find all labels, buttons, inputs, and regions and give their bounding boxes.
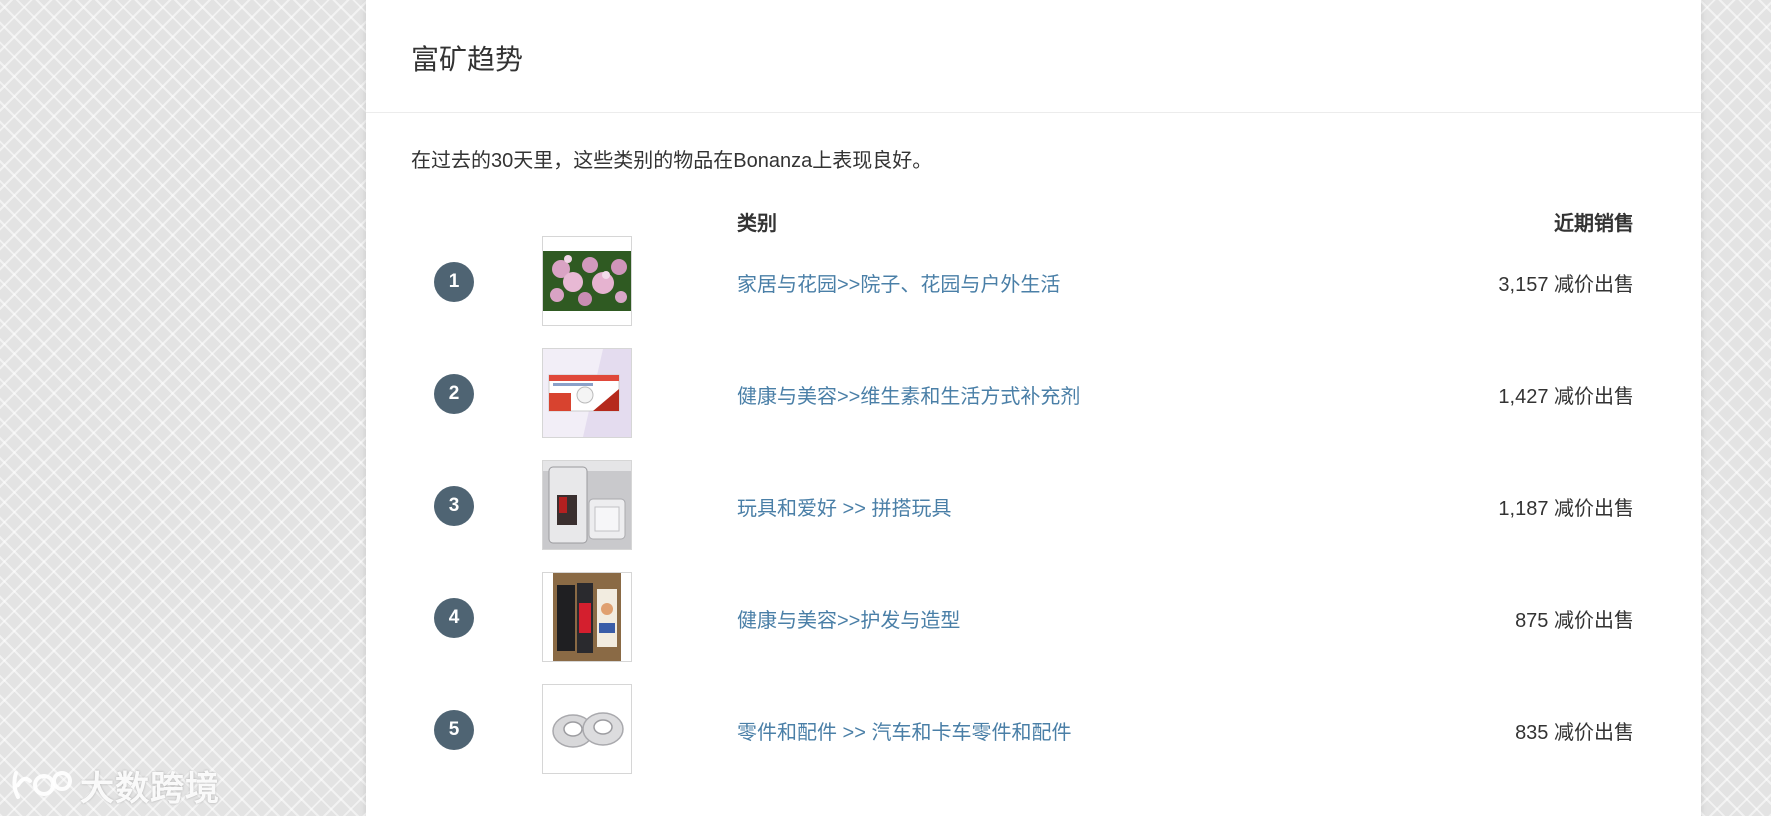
recent-sales-value: 835 减价出售 xyxy=(1515,722,1634,744)
rank-badge: 1 xyxy=(434,262,474,302)
recent-sales-value: 1,427 减价出售 xyxy=(1498,386,1634,408)
trends-card: 富矿趋势 在过去的30天里，这些类别的物品在Bonanza上表现良好。 类别 近… xyxy=(366,0,1701,816)
category-thumbnail[interactable] xyxy=(542,684,632,774)
category-thumbnail[interactable] xyxy=(542,348,632,438)
rank-badge: 4 xyxy=(434,598,474,638)
watermark-text: 大数跨境 xyxy=(80,768,220,809)
watermark-logo-icon xyxy=(12,771,72,799)
toy-case-image xyxy=(543,461,631,549)
hair-products-image xyxy=(543,573,631,661)
card-header: 富矿趋势 xyxy=(366,0,1701,113)
recent-sales-value: 1,187 减价出售 xyxy=(1498,498,1634,520)
category-thumbnail[interactable] xyxy=(542,460,632,550)
supplement-box-image xyxy=(543,349,631,437)
table-row: 1 家居与花园>>院子、花园与户外生活 3,157 减价出售 xyxy=(366,236,1701,328)
rank-badge: 3 xyxy=(434,486,474,526)
table-row: 3 玩具和爱好 >> 拼搭玩具 1,187 减价出售 xyxy=(366,460,1701,552)
recent-sales-value: 3,157 减价出售 xyxy=(1498,274,1634,296)
table-row: 2 健康与美容>>维生素和生活方式补充剂 1,427 减价出售 xyxy=(366,348,1701,440)
category-link[interactable]: 健康与美容>>维生素和生活方式补充剂 xyxy=(737,380,1080,409)
category-link[interactable]: 家居与花园>>院子、花园与户外生活 xyxy=(737,268,1060,297)
rank-badge: 2 xyxy=(434,374,474,414)
watermark: 大数跨境 xyxy=(10,762,220,809)
recent-sales-value: 875 减价出售 xyxy=(1515,610,1634,632)
category-link[interactable]: 健康与美容>>护发与造型 xyxy=(737,604,960,633)
column-header-category: 类别 xyxy=(737,213,777,235)
rank-badge: 5 xyxy=(434,710,474,750)
intro-text: 在过去的30天里，这些类别的物品在Bonanza上表现良好。 xyxy=(411,150,933,172)
category-link[interactable]: 零件和配件 >> 汽车和卡车零件和配件 xyxy=(737,716,1071,745)
column-header-recent-sales: 近期销售 xyxy=(1554,213,1634,235)
category-link[interactable]: 玩具和爱好 >> 拼搭玩具 xyxy=(737,492,951,521)
section-title: 富矿趋势 xyxy=(411,44,524,75)
table-row: 5 零件和配件 >> 汽车和卡车零件和配件 835 减价出售 xyxy=(366,684,1701,776)
category-thumbnail[interactable] xyxy=(542,572,632,662)
pink-flowers-image xyxy=(543,237,631,325)
table-row: 4 健康与美容>>护发与造型 875 减价出售 xyxy=(366,572,1701,664)
metal-parts-image xyxy=(543,685,631,773)
category-thumbnail[interactable] xyxy=(542,236,632,326)
